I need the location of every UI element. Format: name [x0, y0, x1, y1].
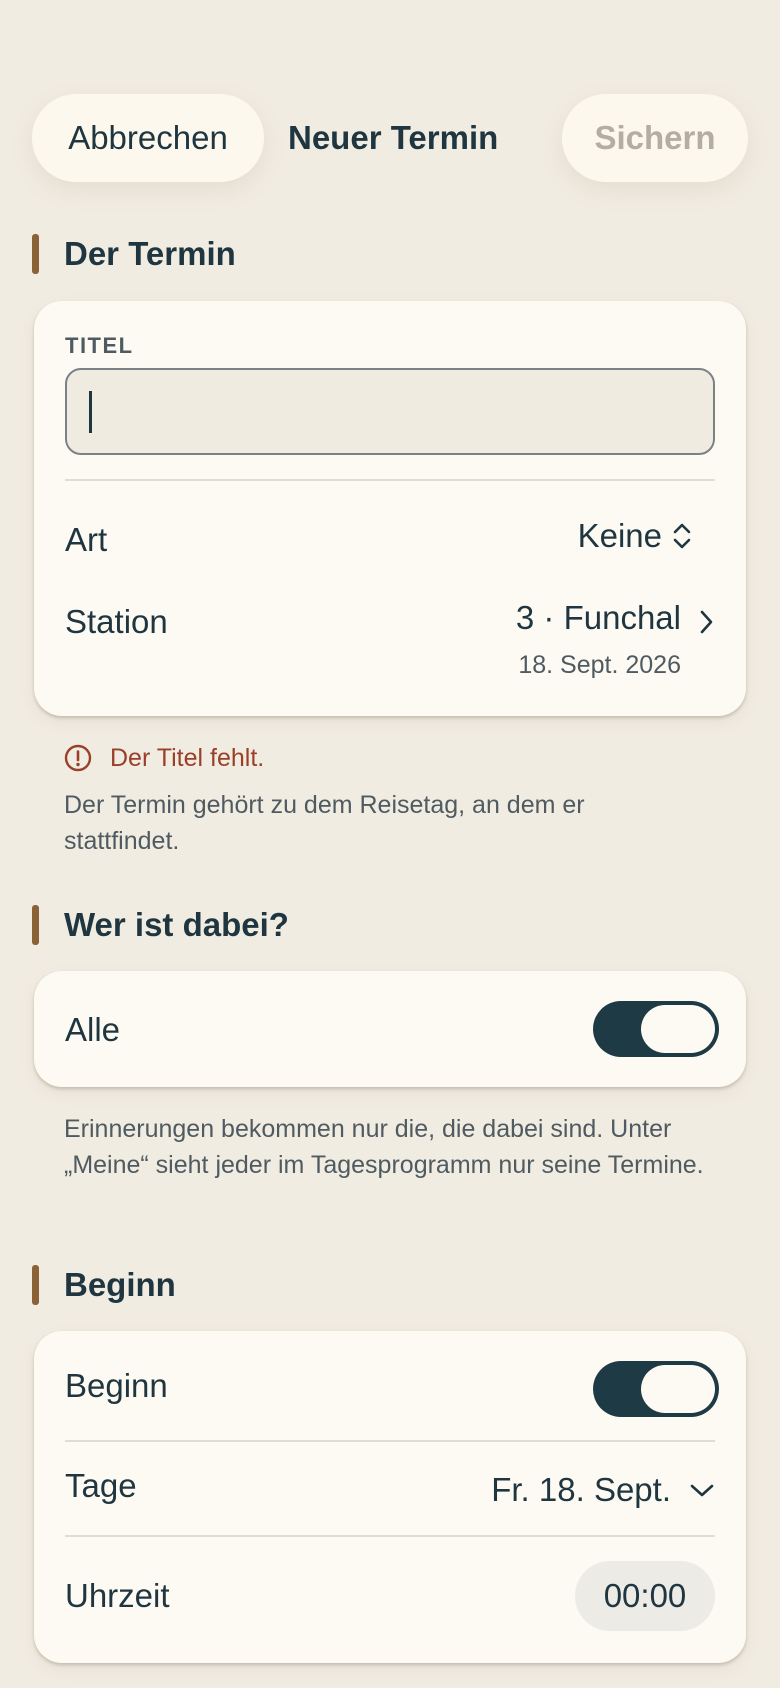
art-picker[interactable]: Keine	[578, 517, 692, 555]
days-value: Fr. 18. Sept.	[491, 1471, 671, 1508]
termin-card: TITEL Art Keine Station 3 · Funchal 18. …	[34, 301, 746, 716]
days-label: Tage	[65, 1467, 137, 1504]
section-header-begin: Beginn	[32, 1265, 176, 1305]
station-row[interactable]: 3 · Funchal 18. Sept. 2026	[415, 599, 715, 689]
begin-toggle[interactable]	[593, 1361, 719, 1417]
title-field-label: TITEL	[65, 333, 134, 358]
error-text: Der Titel fehlt.	[110, 743, 265, 772]
toggle-knob	[641, 1005, 715, 1053]
all-toggle[interactable]	[593, 1001, 719, 1057]
begin-card: Beginn Tage Fr. 18. Sept. Uhrzeit 00:00	[34, 1331, 746, 1663]
art-label: Art	[65, 521, 108, 558]
station-date: 18. Sept. 2026	[518, 651, 681, 679]
time-picker[interactable]: 00:00	[575, 1561, 715, 1631]
toggle-knob	[641, 1365, 715, 1413]
text-caret	[89, 391, 92, 433]
section-accent-bar	[32, 905, 39, 945]
begin-label: Beginn	[65, 1367, 168, 1404]
days-picker[interactable]: Fr. 18. Sept.	[491, 1471, 715, 1509]
title-error: Der Titel fehlt.	[64, 742, 264, 774]
section-title-begin: Beginn	[64, 1266, 176, 1303]
section-accent-bar	[32, 1265, 39, 1305]
save-button[interactable]: Sichern	[562, 94, 748, 182]
section-accent-bar	[32, 234, 39, 274]
top-bar: Abbrechen Neuer Termin Sichern	[32, 94, 748, 182]
page-title: Neuer Termin	[288, 119, 499, 156]
chevron-down-icon	[689, 1481, 715, 1499]
participants-card: Alle	[34, 971, 746, 1087]
station-value: 3 · Funchal	[515, 599, 681, 636]
station-label: Station	[65, 603, 168, 640]
participants-note: Erinnerungen bekommen nur die, die dabei…	[64, 1115, 704, 1179]
time-label: Uhrzeit	[65, 1577, 170, 1614]
divider	[65, 479, 715, 481]
chevron-up-down-icon	[672, 520, 692, 552]
section-title-termin: Der Termin	[64, 235, 236, 272]
title-input[interactable]	[65, 368, 715, 455]
section-header-termin: Der Termin	[32, 234, 236, 274]
exclamation-circle-icon	[64, 744, 92, 772]
cancel-button[interactable]: Abbrechen	[32, 94, 264, 182]
termin-note: Der Termin gehört zu dem Reisetag, an de…	[64, 791, 585, 855]
section-title-participants: Wer ist dabei?	[64, 906, 289, 943]
divider	[65, 1440, 715, 1442]
all-label: Alle	[65, 1011, 121, 1048]
chevron-right-icon	[697, 608, 715, 636]
art-value: Keine	[577, 517, 662, 554]
new-appointment-screen: Abbrechen Neuer Termin Sichern Der Termi…	[0, 0, 780, 1688]
divider	[65, 1535, 715, 1537]
section-header-participants: Wer ist dabei?	[32, 905, 289, 945]
